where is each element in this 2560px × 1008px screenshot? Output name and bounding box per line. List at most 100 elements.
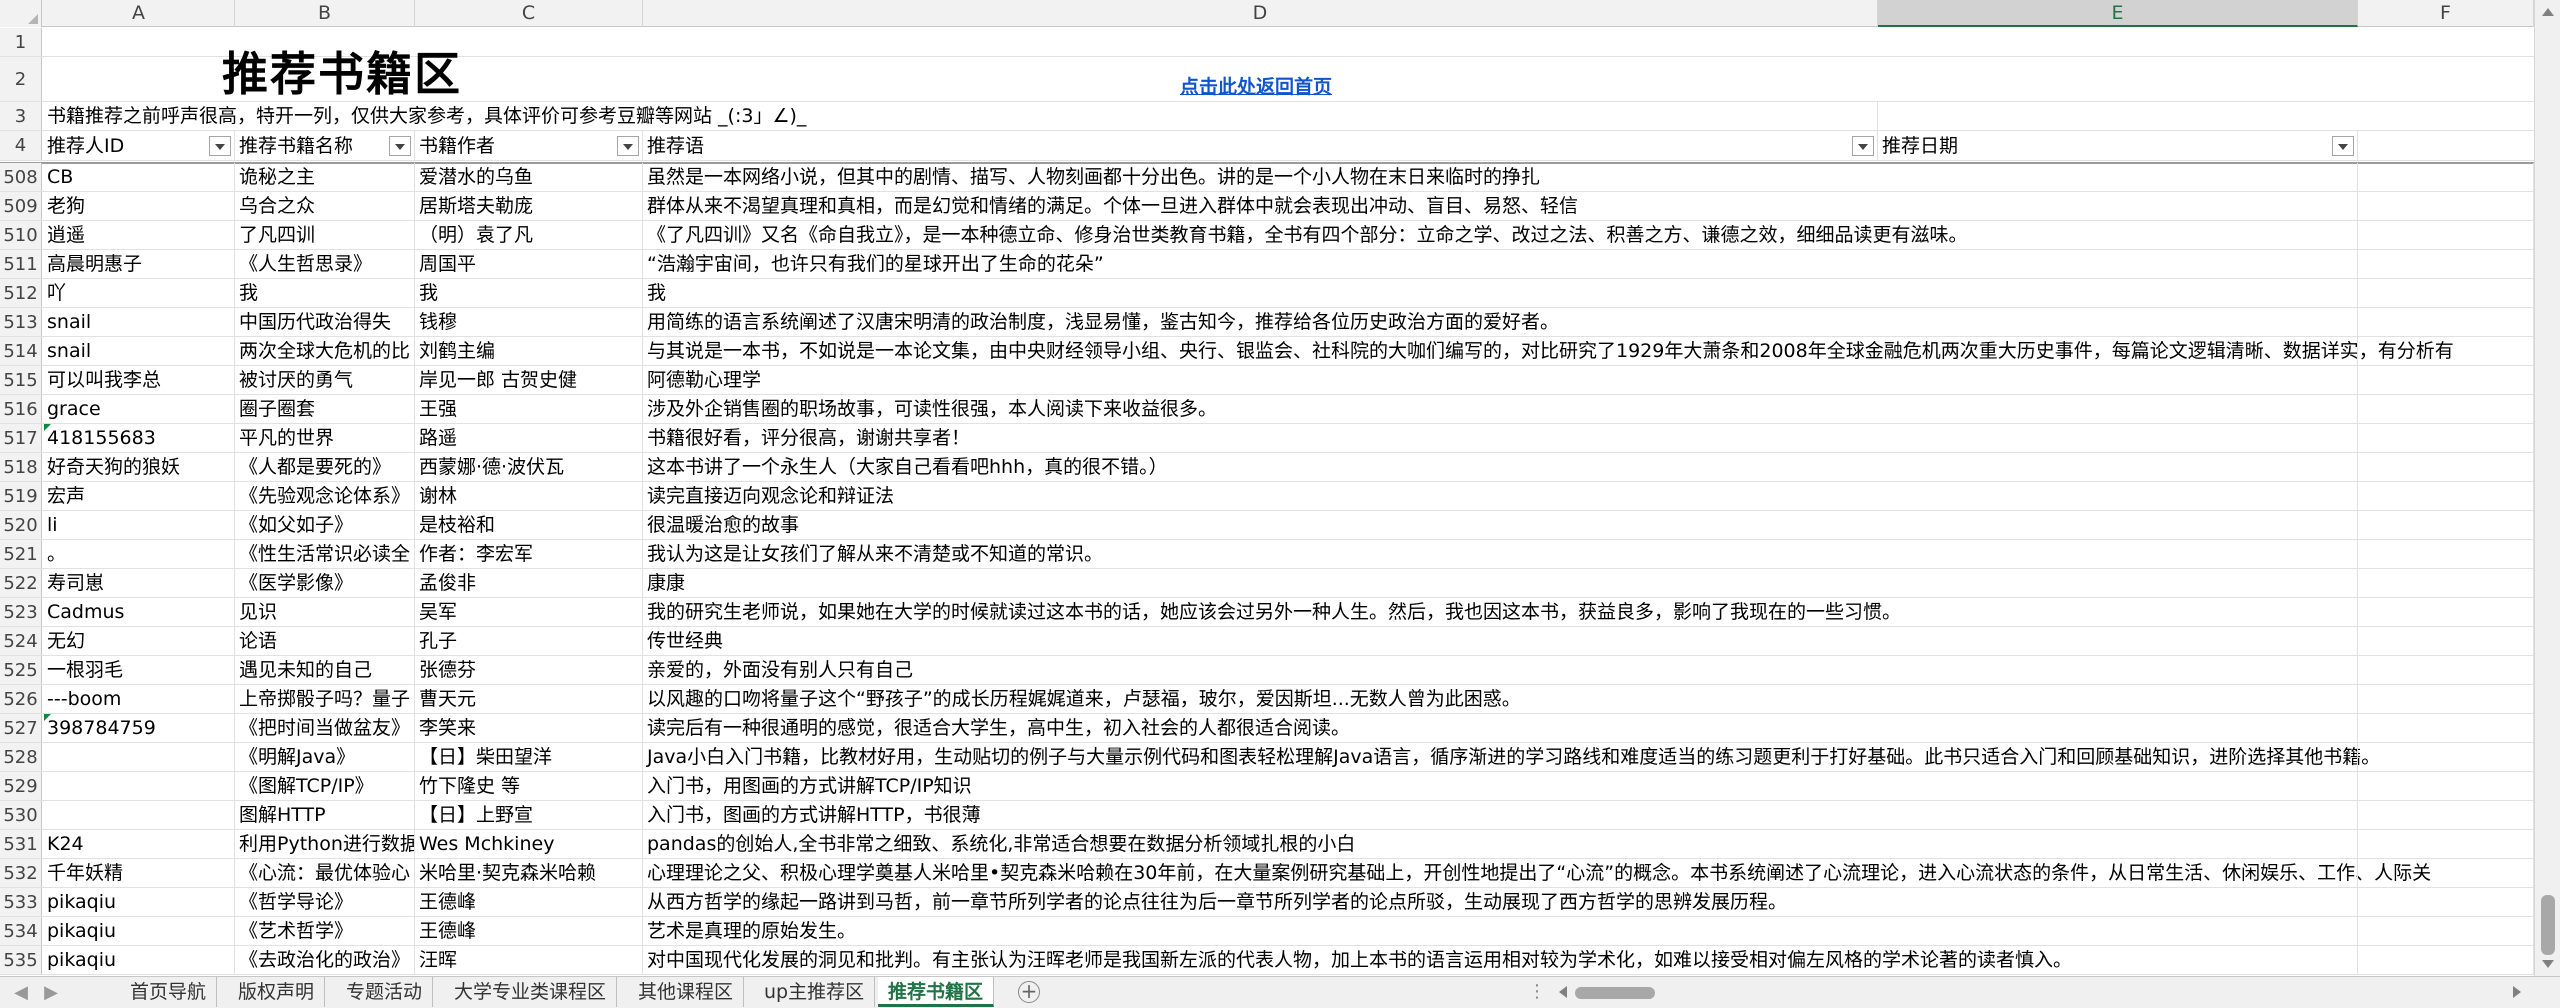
cell-recommender-id[interactable]: 398784759 bbox=[43, 714, 235, 742]
row-header[interactable]: 519 bbox=[0, 482, 42, 510]
row-header[interactable]: 531 bbox=[0, 830, 42, 858]
cell-book-name[interactable]: 《如父如子》 bbox=[235, 511, 415, 539]
row-header[interactable]: 524 bbox=[0, 627, 42, 655]
scroll-thumb[interactable] bbox=[2541, 895, 2555, 955]
column-header-b[interactable]: B bbox=[235, 0, 415, 27]
row-header[interactable]: 512 bbox=[0, 279, 42, 307]
column-header-a[interactable]: A bbox=[43, 0, 235, 27]
row-header[interactable]: 523 bbox=[0, 598, 42, 626]
cell-book-name[interactable]: 《明解Java》 bbox=[235, 743, 415, 771]
cell-book-name[interactable]: 图解HTTP bbox=[235, 801, 415, 829]
filter-dropdown-icon[interactable] bbox=[209, 136, 231, 156]
row-header[interactable]: 535 bbox=[0, 946, 42, 974]
cell-book-name[interactable]: 利用Python进行数据 bbox=[235, 830, 415, 858]
filter-dropdown-icon[interactable] bbox=[389, 136, 411, 156]
cell-book-name[interactable]: 《人都是要死的》 bbox=[235, 453, 415, 481]
row-header[interactable]: 529 bbox=[0, 772, 42, 800]
cell-author[interactable]: 竹下隆史 等 bbox=[415, 772, 643, 800]
cell-recommender-id[interactable]: grace bbox=[43, 395, 235, 423]
cell-book-name[interactable]: 诡秘之主 bbox=[235, 163, 415, 191]
row-header[interactable]: 517 bbox=[0, 424, 42, 452]
column-header-e[interactable]: E bbox=[1878, 0, 2358, 27]
cell-author[interactable]: 王德峰 bbox=[415, 888, 643, 916]
row-header[interactable]: 509 bbox=[0, 192, 42, 220]
cell-author[interactable]: 是枝裕和 bbox=[415, 511, 643, 539]
cell-book-name[interactable]: 《性生活常识必读全 bbox=[235, 540, 415, 568]
cell-recommender-id[interactable]: 418155683 bbox=[43, 424, 235, 452]
add-sheet-icon[interactable]: + bbox=[1018, 981, 1040, 1003]
cell-author[interactable]: 谢林 bbox=[415, 482, 643, 510]
row-header[interactable]: 528 bbox=[0, 743, 42, 771]
cell-book-name[interactable]: 论语 bbox=[235, 627, 415, 655]
cell-recommender-id[interactable]: 高晨明惠子 bbox=[43, 250, 235, 278]
scroll-right-icon[interactable] bbox=[2513, 986, 2521, 998]
row-header[interactable]: 527 bbox=[0, 714, 42, 742]
row-header[interactable]: 513 bbox=[0, 308, 42, 336]
sheet-tab[interactable]: 专题活动 bbox=[336, 977, 434, 1007]
header-cell-recommender-id[interactable]: 推荐人ID bbox=[43, 131, 235, 160]
cell-recommender-id[interactable]: 宏声 bbox=[43, 482, 235, 510]
cell-recommender-id[interactable]: pikaqiu bbox=[43, 946, 235, 974]
cell-author[interactable]: 吴军 bbox=[415, 598, 643, 626]
cell-book-name[interactable]: 《医学影像》 bbox=[235, 569, 415, 597]
row-header[interactable]: 532 bbox=[0, 859, 42, 887]
cell-recommender-id[interactable]: 好奇天狗的狼妖 bbox=[43, 453, 235, 481]
row-header[interactable]: 3 bbox=[0, 102, 42, 130]
cell-book-name[interactable]: 我 bbox=[235, 279, 415, 307]
cell-recommender-id[interactable]: 寿司崽 bbox=[43, 569, 235, 597]
cell-recommender-id[interactable]: pikaqiu bbox=[43, 888, 235, 916]
cell-book-name[interactable]: 圈子圈套 bbox=[235, 395, 415, 423]
cell-author[interactable]: 【日】柴田望洋 bbox=[415, 743, 643, 771]
cell-author[interactable]: 刘鹤主编 bbox=[415, 337, 643, 365]
select-all-corner[interactable] bbox=[0, 0, 42, 27]
row-header[interactable]: 1 bbox=[0, 28, 42, 56]
row-header[interactable]: 516 bbox=[0, 395, 42, 423]
cell-book-name[interactable]: 见识 bbox=[235, 598, 415, 626]
more-dots-icon[interactable]: ⋮ bbox=[1528, 977, 1546, 1007]
cell-author[interactable]: 米哈里·契克森米哈赖 bbox=[415, 859, 643, 887]
header-cell-author[interactable]: 书籍作者 bbox=[415, 131, 643, 160]
cell-book-name[interactable]: 《先验观念论体系》 bbox=[235, 482, 415, 510]
scroll-up-icon[interactable] bbox=[2542, 8, 2554, 16]
column-header-d[interactable]: D bbox=[643, 0, 1878, 27]
cell-recommender-id[interactable]: 吖 bbox=[43, 279, 235, 307]
cell-recommender-id[interactable]: pikaqiu bbox=[43, 917, 235, 945]
cell-book-name[interactable]: 遇见未知的自己 bbox=[235, 656, 415, 684]
cell-author[interactable]: 王强 bbox=[415, 395, 643, 423]
cell-book-name[interactable]: 平凡的世界 bbox=[235, 424, 415, 452]
cell-author[interactable]: 张德芬 bbox=[415, 656, 643, 684]
cell-author[interactable]: 孟俊非 bbox=[415, 569, 643, 597]
cell-author[interactable]: 周国平 bbox=[415, 250, 643, 278]
filter-dropdown-icon[interactable] bbox=[1852, 136, 1874, 156]
cell-recommender-id[interactable]: CB bbox=[43, 163, 235, 191]
cell-recommender-id[interactable]: Cadmus bbox=[43, 598, 235, 626]
cell-book-name[interactable]: 中国历代政治得失 bbox=[235, 308, 415, 336]
cell-book-name[interactable]: 上帝掷骰子吗？量子 bbox=[235, 685, 415, 713]
header-cell-date[interactable]: 推荐日期 bbox=[1878, 131, 2358, 160]
column-header-c[interactable]: C bbox=[415, 0, 643, 27]
cell-author[interactable]: 【日】上野宣 bbox=[415, 801, 643, 829]
row-header[interactable]: 533 bbox=[0, 888, 42, 916]
cell-book-name[interactable]: 乌合之众 bbox=[235, 192, 415, 220]
cell-recommender-id[interactable]: snail bbox=[43, 337, 235, 365]
home-link[interactable]: 点击此处返回首页 bbox=[1180, 72, 1332, 99]
cell-author[interactable]: 曹天元 bbox=[415, 685, 643, 713]
cell-author[interactable]: 汪晖 bbox=[415, 946, 643, 974]
cell-author[interactable]: Wes Mchkiney bbox=[415, 830, 643, 858]
cell-author[interactable]: 岸见一郎 古贺史健 bbox=[415, 366, 643, 394]
cell-book-name[interactable]: 被讨厌的勇气 bbox=[235, 366, 415, 394]
cell-recommender-id[interactable]: 一根羽毛 bbox=[43, 656, 235, 684]
cell-author[interactable]: 居斯塔夫勒庞 bbox=[415, 192, 643, 220]
header-cell-recommendation[interactable]: 推荐语 bbox=[643, 131, 1878, 160]
cell-author[interactable]: 孔子 bbox=[415, 627, 643, 655]
header-cell-book-name[interactable]: 推荐书籍名称 bbox=[235, 131, 415, 160]
cell-book-name[interactable]: 《去政治化的政治》 bbox=[235, 946, 415, 974]
row-header[interactable]: 518 bbox=[0, 453, 42, 481]
cell-author[interactable]: （明）袁了凡 bbox=[415, 221, 643, 249]
row-header[interactable]: 508 bbox=[0, 163, 42, 191]
cell-author[interactable]: 王德峰 bbox=[415, 917, 643, 945]
cell-book-name[interactable]: 了凡四训 bbox=[235, 221, 415, 249]
column-header-f[interactable]: F bbox=[2358, 0, 2534, 27]
cell-recommender-id[interactable]: 老狗 bbox=[43, 192, 235, 220]
cell-recommender-id[interactable]: 千年妖精 bbox=[43, 859, 235, 887]
